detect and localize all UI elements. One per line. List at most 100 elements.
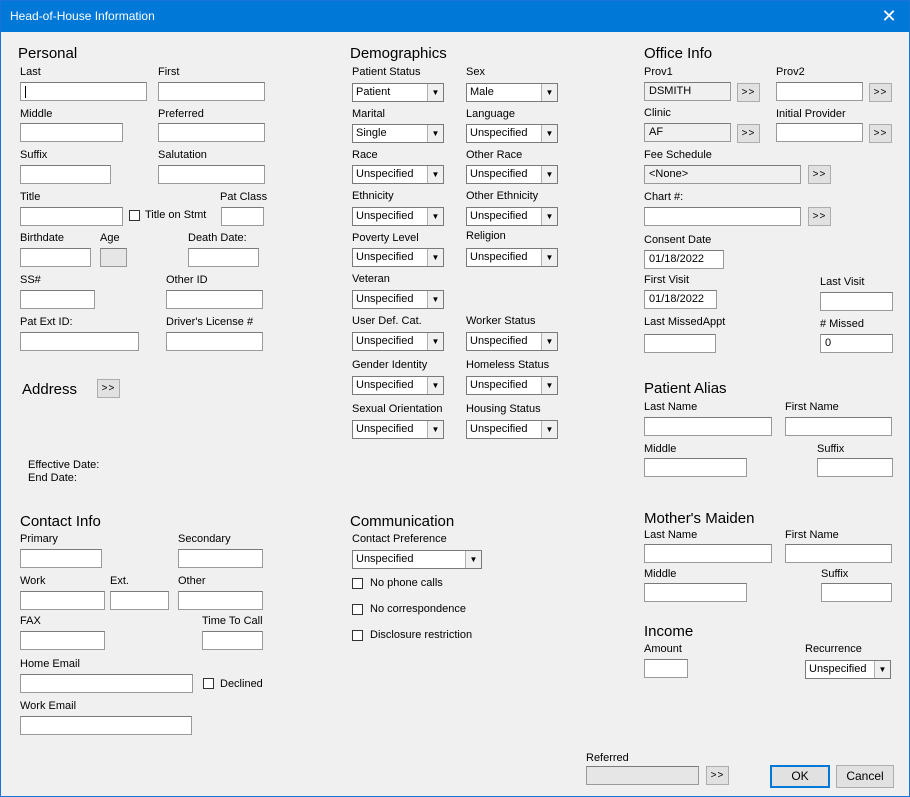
chart-number-input[interactable] xyxy=(644,207,801,226)
missed-count-label: # Missed xyxy=(820,318,865,330)
pat-ext-id-input[interactable] xyxy=(20,332,139,351)
death-date-input[interactable] xyxy=(188,248,259,267)
dropdown-arrow-icon: ▼ xyxy=(541,125,557,142)
sexual-orientation-value: Unspecified xyxy=(356,423,414,435)
no-correspondence-checkbox[interactable] xyxy=(352,604,363,615)
marital-select[interactable]: Single ▼ xyxy=(352,124,444,143)
alias-middle-input[interactable] xyxy=(644,458,747,477)
recurrence-select[interactable]: Unspecified ▼ xyxy=(805,660,891,679)
middle-name-input[interactable] xyxy=(20,123,123,142)
patient-status-value: Patient xyxy=(356,86,391,98)
prov1-browse-button[interactable]: >> xyxy=(737,83,760,102)
close-icon[interactable]: ✕ xyxy=(869,1,909,32)
drivers-license-input[interactable] xyxy=(166,332,263,351)
ok-button[interactable]: OK xyxy=(770,765,830,788)
title-on-stmt-checkbox[interactable] xyxy=(129,210,140,221)
salutation-label: Salutation xyxy=(158,149,207,161)
missed-count-input[interactable]: 0 xyxy=(820,334,893,353)
veteran-select[interactable]: Unspecified ▼ xyxy=(352,290,444,309)
ext-input[interactable] xyxy=(110,591,169,610)
maiden-first-name-input[interactable] xyxy=(785,544,892,563)
worker-status-label: Worker Status xyxy=(466,315,536,327)
clinic-browse-button[interactable]: >> xyxy=(737,124,760,143)
chart-number-browse-button[interactable]: >> xyxy=(808,207,831,226)
dropdown-arrow-icon: ▼ xyxy=(541,84,557,101)
last-name-input[interactable] xyxy=(20,82,147,101)
ethnicity-select[interactable]: Unspecified ▼ xyxy=(352,207,444,226)
referred-input[interactable] xyxy=(586,766,699,785)
work-phone-input[interactable] xyxy=(20,591,105,610)
race-select[interactable]: Unspecified ▼ xyxy=(352,165,444,184)
prov2-browse-button[interactable]: >> xyxy=(869,83,892,102)
first-label: First xyxy=(158,66,180,78)
work-email-input[interactable] xyxy=(20,716,192,735)
maiden-suffix-input[interactable] xyxy=(821,583,892,602)
amount-input[interactable] xyxy=(644,659,688,678)
ssn-input[interactable] xyxy=(20,290,95,309)
alias-suffix-input[interactable] xyxy=(817,458,893,477)
veteran-value: Unspecified xyxy=(356,293,414,305)
alias-last-name-input[interactable] xyxy=(644,417,772,436)
user-def-cat-select[interactable]: Unspecified ▼ xyxy=(352,332,444,351)
last-visit-input[interactable] xyxy=(820,292,893,311)
communication-header: Communication xyxy=(350,513,455,530)
effective-date-label: Effective Date: xyxy=(28,459,100,471)
other-phone-input[interactable] xyxy=(178,591,263,610)
last-missed-appt-input[interactable] xyxy=(644,334,716,353)
patient-status-select[interactable]: Patient ▼ xyxy=(352,83,444,102)
language-select[interactable]: Unspecified ▼ xyxy=(466,124,558,143)
poverty-level-select[interactable]: Unspecified ▼ xyxy=(352,248,444,267)
prov1-input[interactable]: DSMITH xyxy=(644,82,731,101)
referred-browse-button[interactable]: >> xyxy=(706,766,729,785)
time-to-call-label: Time To Call xyxy=(202,615,263,627)
other-id-input[interactable] xyxy=(166,290,263,309)
fax-label: FAX xyxy=(20,615,41,627)
sex-select[interactable]: Male ▼ xyxy=(466,83,558,102)
fax-input[interactable] xyxy=(20,631,105,650)
initial-provider-input[interactable] xyxy=(776,123,863,142)
home-email-label: Home Email xyxy=(20,658,80,670)
no-correspondence-label: No correspondence xyxy=(370,603,467,615)
cancel-button[interactable]: Cancel xyxy=(836,765,894,788)
prov2-input[interactable] xyxy=(776,82,863,101)
contact-preference-select[interactable]: Unspecified ▼ xyxy=(352,550,482,569)
homeless-status-select[interactable]: Unspecified ▼ xyxy=(466,376,558,395)
maiden-middle-input[interactable] xyxy=(644,583,747,602)
pat-class-input[interactable] xyxy=(221,207,264,226)
fee-schedule-input[interactable]: <None> xyxy=(644,165,801,184)
housing-status-select[interactable]: Unspecified ▼ xyxy=(466,420,558,439)
other-ethnicity-select[interactable]: Unspecified ▼ xyxy=(466,207,558,226)
preferred-name-input[interactable] xyxy=(158,123,265,142)
gender-identity-select[interactable]: Unspecified ▼ xyxy=(352,376,444,395)
alias-suffix-label: Suffix xyxy=(817,443,845,455)
salutation-input[interactable] xyxy=(158,165,265,184)
consent-date-input[interactable]: 01/18/2022 xyxy=(644,250,724,269)
alias-first-name-input[interactable] xyxy=(785,417,892,436)
religion-select[interactable]: Unspecified ▼ xyxy=(466,248,558,267)
other-race-select[interactable]: Unspecified ▼ xyxy=(466,165,558,184)
secondary-phone-input[interactable] xyxy=(178,549,263,568)
declined-checkbox[interactable] xyxy=(203,678,214,689)
no-phone-calls-checkbox[interactable] xyxy=(352,578,363,589)
worker-status-select[interactable]: Unspecified ▼ xyxy=(466,332,558,351)
fee-schedule-browse-button[interactable]: >> xyxy=(808,165,831,184)
prov1-label: Prov1 xyxy=(644,66,673,78)
gender-identity-label: Gender Identity xyxy=(352,359,428,371)
disclosure-restriction-checkbox[interactable] xyxy=(352,630,363,641)
sex-value: Male xyxy=(470,86,494,98)
home-email-input[interactable] xyxy=(20,674,193,693)
clinic-input[interactable]: AF xyxy=(644,123,731,142)
first-name-input[interactable] xyxy=(158,82,265,101)
initial-provider-browse-button[interactable]: >> xyxy=(869,124,892,143)
address-browse-button[interactable]: >> xyxy=(97,379,120,398)
first-visit-input[interactable]: 01/18/2022 xyxy=(644,290,717,309)
primary-phone-input[interactable] xyxy=(20,549,102,568)
drivers-license-label: Driver's License # xyxy=(166,316,254,328)
sex-label: Sex xyxy=(466,66,485,78)
maiden-last-name-input[interactable] xyxy=(644,544,772,563)
birthdate-input[interactable] xyxy=(20,248,91,267)
sexual-orientation-select[interactable]: Unspecified ▼ xyxy=(352,420,444,439)
suffix-input[interactable] xyxy=(20,165,111,184)
title-input[interactable] xyxy=(20,207,123,226)
time-to-call-input[interactable] xyxy=(202,631,263,650)
